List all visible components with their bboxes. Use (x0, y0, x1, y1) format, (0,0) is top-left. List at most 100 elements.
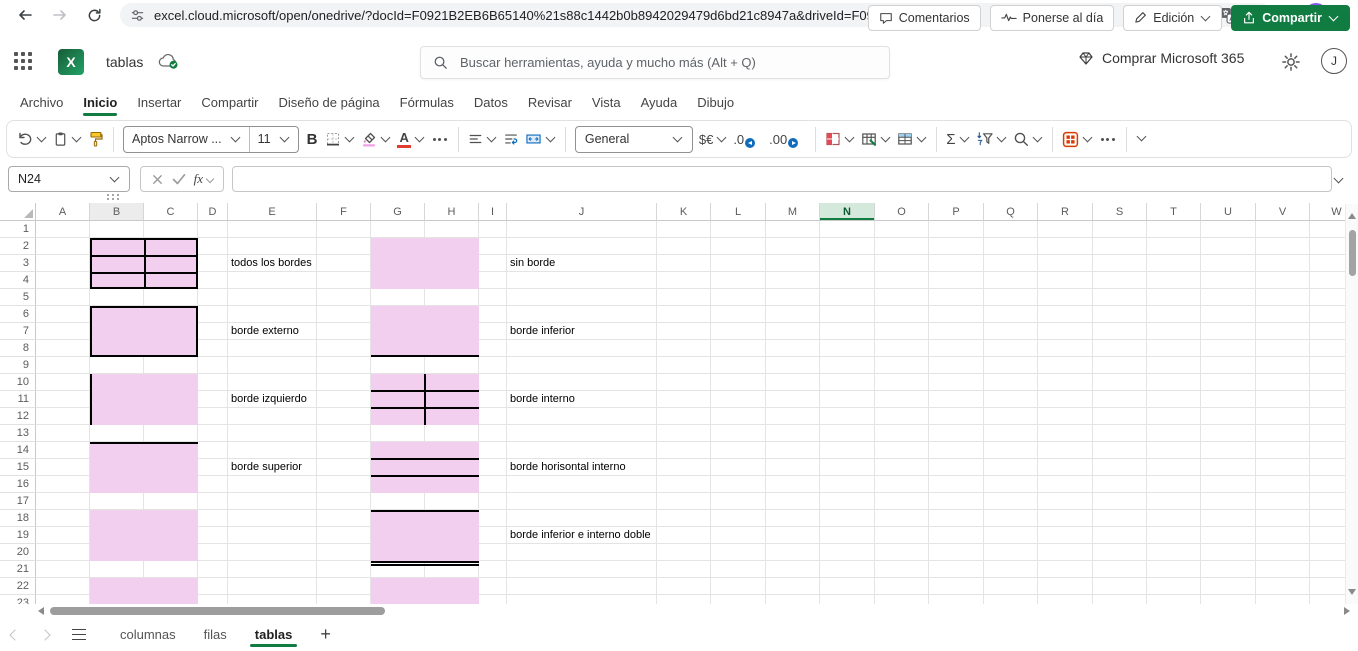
sheet-tab[interactable]: columnas (106, 618, 190, 651)
currency-format-button[interactable]: $€ (699, 132, 727, 147)
browser-reload-icon[interactable] (82, 3, 106, 27)
cell-range-G6:H8-border-bottom[interactable] (371, 306, 479, 357)
formula-input[interactable] (232, 166, 1332, 192)
row-header[interactable]: 18 (0, 510, 36, 527)
row-header[interactable]: 14 (0, 442, 36, 459)
column-header-J[interactable]: J (507, 203, 657, 221)
cell-range-B6:C8-border-outer[interactable] (90, 306, 198, 357)
catch-up-button[interactable]: Ponerse al día (990, 5, 1115, 31)
row-header[interactable]: 11 (0, 391, 36, 408)
column-header-W[interactable]: W (1310, 203, 1345, 221)
ribbon-tab[interactable]: Archivo (10, 85, 73, 120)
paste-button[interactable] (53, 131, 82, 147)
scroll-up-icon[interactable] (1348, 213, 1356, 219)
undo-button[interactable] (17, 131, 47, 147)
column-header-P[interactable]: P (929, 203, 984, 221)
prev-sheet-button[interactable] (0, 618, 30, 651)
next-sheet-button[interactable] (30, 618, 60, 651)
row-header[interactable]: 22 (0, 578, 36, 595)
spreadsheet-grid[interactable]: todos los bordessin bordeborde externobo… (0, 203, 1345, 604)
row-header[interactable]: 4 (0, 272, 36, 289)
cell-text-J11[interactable]: borde interno (510, 391, 575, 408)
number-format-select[interactable]: General (575, 126, 693, 153)
row-header[interactable]: 17 (0, 493, 36, 510)
scroll-right-icon[interactable] (1344, 607, 1350, 615)
enter-check-icon[interactable] (172, 173, 186, 185)
row-header[interactable]: 15 (0, 459, 36, 476)
horizontal-scrollbar[interactable] (0, 604, 1344, 618)
column-header-U[interactable]: U (1201, 203, 1256, 221)
sheet-tab[interactable]: tablas (241, 618, 307, 651)
cell-text-J19[interactable]: borde inferior e interno doble (510, 527, 651, 544)
cell-range-G10:H12-border-inner[interactable] (371, 374, 479, 425)
ribbon-tab[interactable]: Diseño de página (268, 85, 389, 120)
comments-button[interactable]: Comentarios (868, 5, 981, 31)
row-header[interactable]: 10 (0, 374, 36, 391)
site-settings-icon[interactable] (130, 8, 145, 23)
ribbon-tab[interactable]: Inicio (73, 85, 127, 120)
scroll-down-icon[interactable] (1348, 589, 1356, 595)
cell-text-E11[interactable]: borde izquierdo (231, 391, 307, 408)
share-button[interactable]: Compartir (1231, 5, 1350, 31)
cell-range-G2:H4-border-none[interactable] (371, 238, 479, 289)
row-header[interactable]: 8 (0, 340, 36, 357)
autosum-button[interactable]: Σ (946, 131, 969, 148)
insert-function-button[interactable]: fx (194, 171, 213, 187)
font-size-select[interactable]: 11 (249, 127, 298, 152)
name-box[interactable]: N24 (8, 166, 130, 192)
more-commands-button[interactable] (1099, 138, 1117, 141)
column-header-S[interactable]: S (1093, 203, 1147, 221)
column-header-R[interactable]: R (1038, 203, 1093, 221)
row-header[interactable]: 6 (0, 306, 36, 323)
ribbon-tab[interactable]: Fórmulas (390, 85, 464, 120)
sheet-tab[interactable]: filas (190, 618, 241, 651)
row-header[interactable]: 13 (0, 425, 36, 442)
conditional-formatting-button[interactable] (825, 131, 855, 147)
all-sheets-menu-icon[interactable] (64, 618, 94, 651)
fill-color-button[interactable] (361, 131, 391, 147)
column-header-B[interactable]: B (90, 203, 144, 221)
font-color-button[interactable]: A (397, 131, 424, 148)
column-header-V[interactable]: V (1256, 203, 1310, 221)
decrease-decimal-button[interactable]: .0 (733, 132, 763, 147)
column-header-G[interactable]: G (371, 203, 425, 221)
browser-back-icon[interactable] (13, 3, 37, 27)
cell-range-B10:C12-border-left[interactable] (90, 374, 198, 425)
column-header-N[interactable]: N (820, 203, 875, 221)
scroll-left-icon[interactable] (38, 607, 44, 615)
search-bar[interactable] (420, 46, 890, 79)
row-header[interactable]: 3 (0, 255, 36, 272)
column-header-E[interactable]: E (228, 203, 317, 221)
cell-text-E7[interactable]: borde externo (231, 323, 299, 340)
cell-range-B22:C24-border-none[interactable] (90, 578, 198, 604)
increase-decimal-button[interactable]: .00 (769, 132, 806, 147)
cell-range-B2:C4-border-all[interactable] (90, 238, 198, 289)
row-header[interactable]: 21 (0, 561, 36, 578)
ribbon-tab[interactable]: Dibujo (687, 85, 744, 120)
view-switcher-button[interactable] (1062, 131, 1093, 148)
grid-body[interactable]: todos los bordessin bordeborde externobo… (0, 221, 1345, 604)
bold-button[interactable]: B (305, 131, 320, 148)
row-header[interactable]: 9 (0, 357, 36, 374)
format-as-table-button[interactable] (861, 131, 891, 147)
row-header[interactable]: 20 (0, 544, 36, 561)
buy-microsoft-365-button[interactable]: Comprar Microsoft 365 (1078, 30, 1244, 85)
borders-button[interactable] (325, 131, 355, 147)
collapse-ribbon-button[interactable] (1136, 135, 1147, 143)
horizontal-scroll-thumb[interactable] (50, 607, 385, 615)
cell-text-J7[interactable]: borde inferior (510, 323, 575, 340)
column-header-A[interactable]: A (36, 203, 90, 221)
account-avatar[interactable]: J (1321, 48, 1347, 74)
cell-range-B18:C20-border-none[interactable] (90, 510, 198, 561)
column-header-K[interactable]: K (657, 203, 711, 221)
cell-range-G22:H24-border-none[interactable] (371, 578, 479, 604)
merge-cells-button[interactable] (525, 132, 556, 146)
wrap-text-button[interactable] (503, 132, 519, 146)
row-header[interactable]: 7 (0, 323, 36, 340)
excel-logo-icon[interactable]: X (58, 49, 84, 75)
search-input[interactable] (458, 54, 877, 71)
cell-styles-button[interactable] (897, 131, 927, 147)
cell-text-J15[interactable]: borde horisontal interno (510, 459, 626, 476)
cell-range-G18:H20-border-top-single-bottom-double[interactable] (371, 510, 479, 561)
column-header-C[interactable]: C (144, 203, 198, 221)
